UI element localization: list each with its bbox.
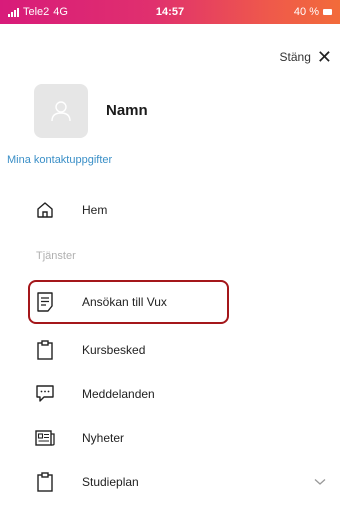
news-icon bbox=[34, 427, 56, 449]
profile-name: Namn bbox=[106, 102, 148, 119]
menu-label-ansokan: Ansökan till Vux bbox=[82, 295, 167, 309]
close-button[interactable]: Stäng ✕ bbox=[279, 47, 332, 67]
contact-details-link[interactable]: Mina kontaktuppgifter bbox=[7, 154, 112, 166]
battery-icon bbox=[323, 9, 332, 15]
close-label: Stäng bbox=[279, 50, 311, 64]
clipboard-icon bbox=[34, 471, 56, 493]
menu-label-home: Hem bbox=[82, 203, 108, 217]
menu-label-kursbesked: Kursbesked bbox=[82, 343, 146, 357]
avatar[interactable] bbox=[34, 84, 88, 138]
chevron-down-icon[interactable] bbox=[314, 473, 326, 491]
clipboard-icon bbox=[34, 339, 56, 361]
menu-label-studieplan: Studieplan bbox=[82, 475, 139, 489]
menu-label-meddelanden: Meddelanden bbox=[82, 387, 155, 401]
menu-item-kursbesked[interactable]: Kursbesked bbox=[0, 332, 340, 368]
user-icon bbox=[51, 101, 71, 122]
menu-item-nyheter[interactable]: Nyheter bbox=[0, 420, 340, 456]
menu-label-nyheter: Nyheter bbox=[82, 431, 125, 445]
home-icon bbox=[34, 199, 56, 221]
menu-item-home[interactable]: Hem bbox=[0, 192, 340, 228]
close-icon: ✕ bbox=[316, 47, 332, 67]
status-bar: Tele2 4G 14:57 40 % bbox=[0, 0, 340, 24]
battery-percent: 40 % bbox=[293, 6, 319, 18]
menu-item-meddelanden[interactable]: Meddelanden bbox=[0, 376, 340, 412]
message-icon bbox=[34, 383, 56, 405]
status-right: 40 % bbox=[294, 6, 332, 18]
status-time: 14:57 bbox=[155, 6, 185, 18]
menu-item-studieplan[interactable]: Studieplan bbox=[0, 464, 340, 500]
form-icon bbox=[34, 291, 56, 313]
menu-item-ansokan[interactable]: Ansökan till Vux bbox=[0, 284, 340, 320]
section-label-services: Tjänster bbox=[36, 250, 76, 262]
